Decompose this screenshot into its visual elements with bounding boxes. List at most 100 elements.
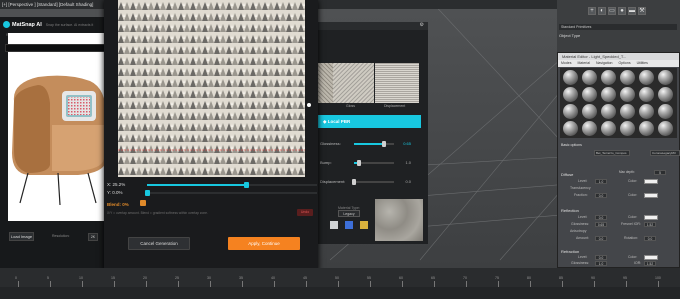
resolution-select[interactable]: 2K xyxy=(88,233,98,241)
material-slot-sphere[interactable] xyxy=(582,121,597,136)
diffuse-level-label: Level: xyxy=(578,179,588,183)
material-slot-sphere[interactable] xyxy=(639,87,654,102)
refraction-color-swatch[interactable] xyxy=(644,255,658,260)
material-slots xyxy=(560,68,677,138)
material-slot-sphere[interactable] xyxy=(601,121,616,136)
max-depth-input[interactable]: 5 xyxy=(654,170,666,175)
material-slot-sphere[interactable] xyxy=(601,70,616,85)
gloss-label: Gloss xyxy=(346,104,355,108)
undo-button[interactable]: Undo xyxy=(297,209,313,216)
diffuse-color-swatch[interactable] xyxy=(644,179,658,184)
gloss-map-thumb[interactable] xyxy=(333,63,374,103)
material-slot-sphere[interactable] xyxy=(582,104,597,119)
overlap-y-slider[interactable] xyxy=(145,190,317,196)
translucency-color-swatch[interactable] xyxy=(644,193,658,198)
ior-label: IOR: xyxy=(634,261,642,265)
pbr-row-handle[interactable] xyxy=(352,179,356,185)
material-slot-sphere[interactable] xyxy=(620,104,635,119)
material-type-button[interactable]: CoronaLegacyMtl xyxy=(650,150,680,156)
material-slot-sphere[interactable] xyxy=(601,87,616,102)
hierarchy-icon[interactable]: ▭ xyxy=(608,7,616,15)
menu-navigation[interactable]: Navigation xyxy=(596,61,613,65)
motion-icon[interactable]: ● xyxy=(618,7,626,15)
apply-continue-button[interactable]: Apply, Continue xyxy=(228,237,300,250)
fresnel-input[interactable]: 1.52 xyxy=(644,222,656,227)
map-icon[interactable] xyxy=(345,221,353,229)
material-slot-sphere[interactable] xyxy=(563,104,578,119)
material-slot-sphere[interactable] xyxy=(582,70,597,85)
refraction-glossiness-input[interactable]: 1.0 xyxy=(595,261,607,266)
primitives-dropdown[interactable]: Standard Primitives xyxy=(559,24,677,30)
material-icon[interactable] xyxy=(330,221,338,229)
pbr-row-slider[interactable] xyxy=(352,179,394,185)
displacement-map-thumb[interactable] xyxy=(375,63,419,103)
display-icon[interactable]: ▬ xyxy=(628,7,636,15)
texture-preview[interactable] xyxy=(118,0,305,177)
menu-utilities[interactable]: Utilities xyxy=(637,61,648,65)
material-slot-sphere[interactable] xyxy=(658,70,673,85)
material-slot-sphere[interactable] xyxy=(620,121,635,136)
pbr-row-slider[interactable] xyxy=(354,141,394,147)
timeline-tick-label: 80 xyxy=(527,276,531,280)
timeline-ruler[interactable]: 0 5 10 15 20 25 30 35 40 45 50 55 60 65 70 75 80 85 90 95 10… xyxy=(0,276,680,287)
material-slot-sphere[interactable] xyxy=(639,70,654,85)
modify-icon[interactable]: ◐ xyxy=(598,7,606,15)
ior-input[interactable]: 1.52 xyxy=(644,261,656,266)
overlap-x-label: X: 25.2% xyxy=(107,182,126,187)
material-slot-sphere[interactable] xyxy=(563,121,578,136)
overlap-x-handle[interactable] xyxy=(243,182,249,188)
max-depth-row: Max depth: 5 xyxy=(559,170,677,176)
chair-image xyxy=(8,33,108,221)
local-pbr-button[interactable]: ◆ Local PBR xyxy=(318,115,421,128)
amount-input[interactable]: 0.0 xyxy=(595,236,607,241)
reflection-level-input[interactable]: 0.0 xyxy=(595,215,607,220)
cancel-generation-button[interactable]: Cancel Generation xyxy=(128,237,190,250)
create-icon[interactable]: + xyxy=(588,7,596,15)
material-slot-sphere[interactable] xyxy=(582,87,597,102)
material-slot-sphere[interactable] xyxy=(563,87,578,102)
material-slot-sphere[interactable] xyxy=(601,104,616,119)
stone-material-preview[interactable] xyxy=(375,199,423,241)
timeline-tick-label: 90 xyxy=(591,276,595,280)
menu-material[interactable]: Material xyxy=(578,61,590,65)
pbr-row-handle[interactable] xyxy=(382,141,386,147)
material-slot-sphere[interactable] xyxy=(639,121,654,136)
menu-modes[interactable]: Modes xyxy=(561,61,572,65)
folder-icon[interactable] xyxy=(360,221,368,229)
rotation-label: Rotation: xyxy=(624,236,639,240)
material-name-input[interactable]: Bet_Terrazzo_Compos xyxy=(594,150,630,156)
reference-image[interactable] xyxy=(8,33,108,221)
object-type-rollout[interactable]: Object Type xyxy=(559,33,580,38)
overlap-x-slider[interactable] xyxy=(147,182,317,188)
pbr-row-handle[interactable] xyxy=(356,160,361,166)
fraction-input[interactable]: 0.0 xyxy=(595,193,607,198)
pbr-dialog-titlebar: ⚙ xyxy=(318,22,428,30)
material-slot-sphere[interactable] xyxy=(639,104,654,119)
matsnap-logo-icon xyxy=(3,21,10,29)
utilities-icon[interactable]: ⚒ xyxy=(638,7,646,15)
refraction-level-input[interactable]: 0.0 xyxy=(595,255,607,260)
max-depth-label: Max depth: xyxy=(619,170,635,174)
diffuse-level-input[interactable]: 1.0 xyxy=(595,179,607,184)
material-slot-sphere[interactable] xyxy=(620,87,635,102)
material-slot-sphere[interactable] xyxy=(620,70,635,85)
material-slot-sphere[interactable] xyxy=(658,121,673,136)
reflection-glossiness-input[interactable]: 0.65 xyxy=(595,222,607,227)
pbr-row-label: Bump: xyxy=(320,160,332,165)
blend-slider-handle[interactable] xyxy=(140,200,146,206)
pbr-row-slider[interactable] xyxy=(354,160,394,166)
material-type-select[interactable]: Legacy xyxy=(338,210,360,217)
material-slot-sphere[interactable] xyxy=(563,70,578,85)
basic-options-rollout[interactable]: Basic options xyxy=(561,143,582,147)
key-track[interactable] xyxy=(0,287,680,299)
timeline-tick-label: 85 xyxy=(559,276,563,280)
material-slot-sphere[interactable] xyxy=(658,87,673,102)
rotation-input[interactable]: 0.0 xyxy=(644,236,656,241)
gear-icon[interactable]: ⚙ xyxy=(420,22,428,28)
reflection-color-swatch[interactable] xyxy=(644,215,658,220)
material-name-field[interactable] xyxy=(5,44,105,52)
menu-options[interactable]: Options xyxy=(619,61,631,65)
overlap-y-handle[interactable] xyxy=(145,190,150,196)
material-slot-sphere[interactable] xyxy=(658,104,673,119)
load-image-button[interactable]: Load Image xyxy=(9,232,34,241)
